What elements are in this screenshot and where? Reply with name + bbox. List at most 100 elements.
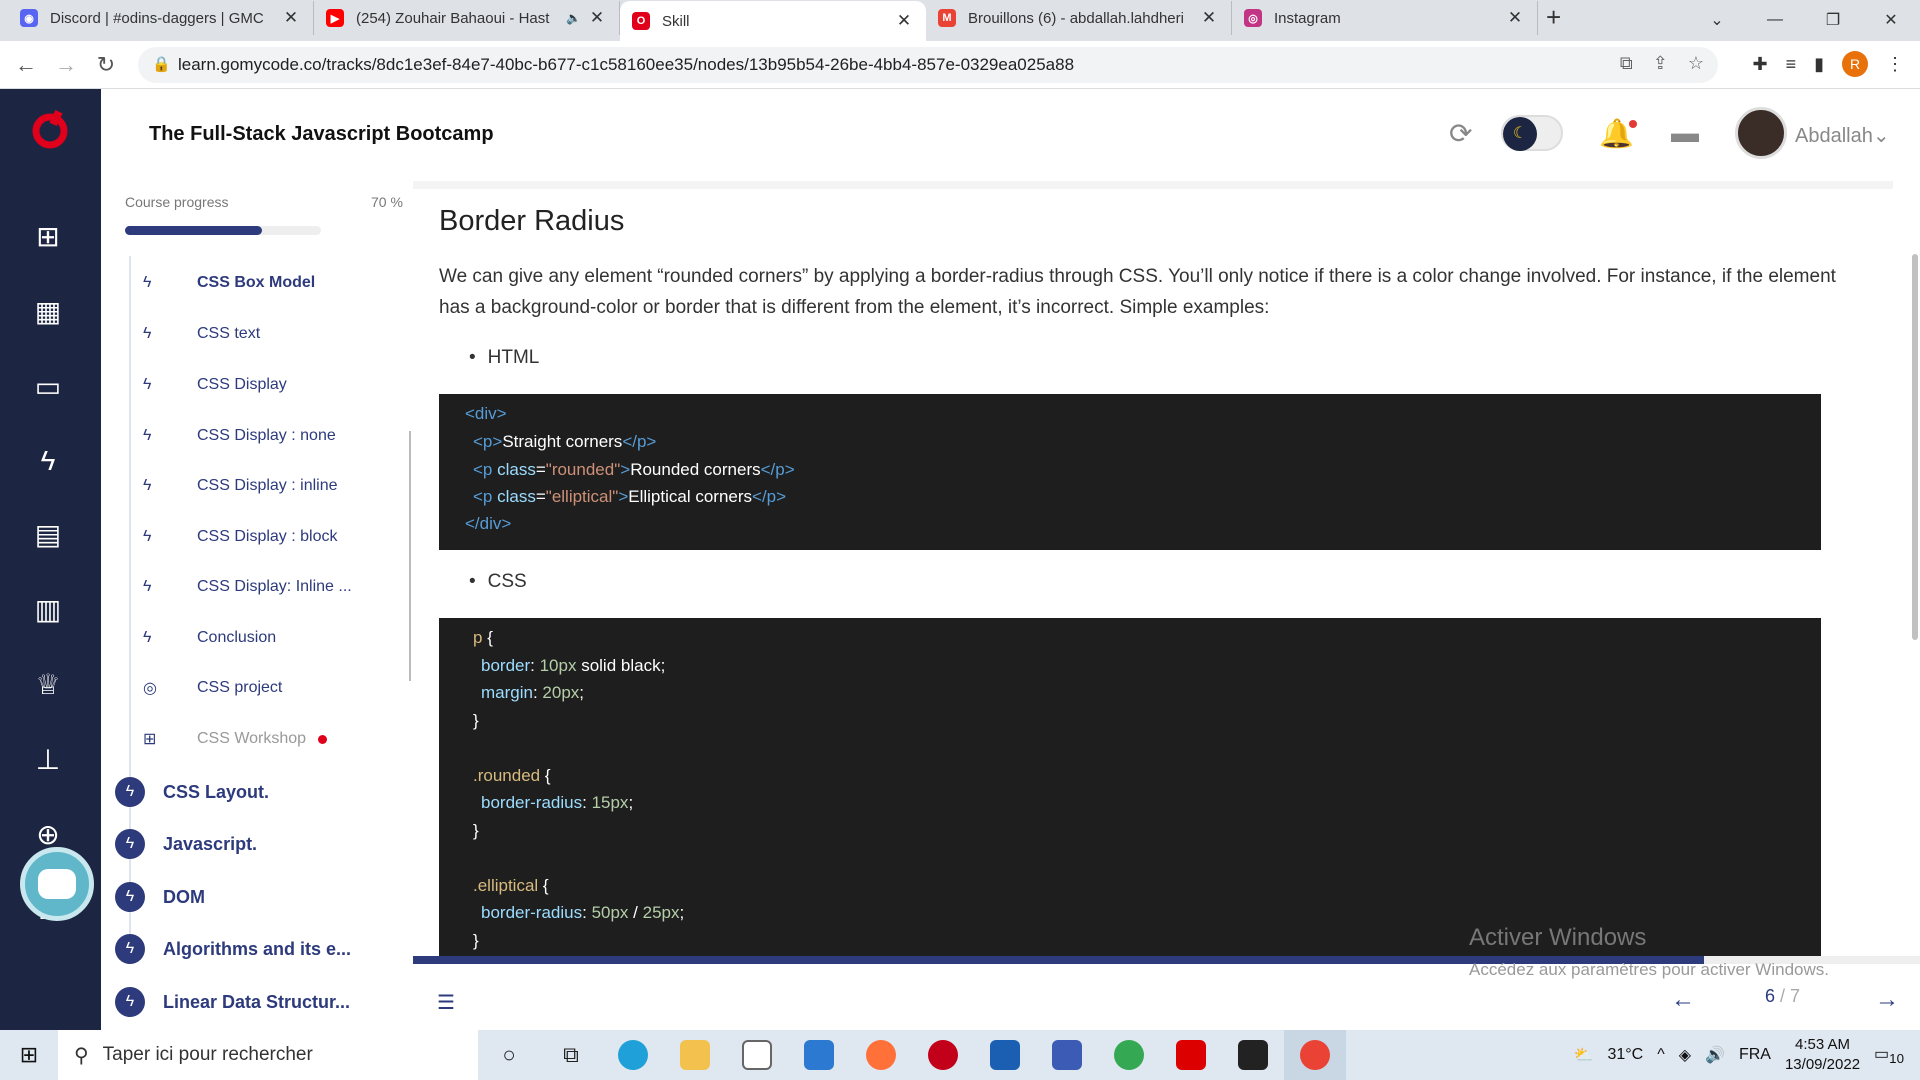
weather-temp[interactable]: 31°C [1607,1046,1643,1064]
close-window-button[interactable]: ✕ [1862,10,1920,30]
taskbar-search[interactable]: ⚲ Taper ici pour rechercher [58,1030,478,1080]
lesson-item[interactable]: ϟ CSS Display [143,370,287,400]
page-scrollbar-thumb[interactable] [1912,254,1918,640]
app-icon[interactable] [1036,1030,1098,1080]
speaker-icon[interactable]: 🔈 [566,11,581,25]
notification-dot [1629,120,1637,128]
window-controls: ⌄ — ❐ ✕ [1688,0,1920,40]
app-header: The Full-Stack Javascript Bootcamp ⟳ ☾ 🔔… [101,89,1920,181]
tray-chevron-icon[interactable]: ^ [1657,1046,1665,1064]
new-tab-button[interactable]: + [1546,2,1561,33]
close-tab-icon[interactable]: ✕ [1199,8,1219,28]
trophy-icon[interactable]: ♕ [30,667,66,703]
file-explorer-icon[interactable] [664,1030,726,1080]
bolt-icon: ϟ [143,528,152,545]
dashboard-icon[interactable]: ⊞ [30,219,66,255]
translate-icon[interactable]: ⧉ [1620,53,1633,74]
game-app-icon[interactable] [912,1030,974,1080]
forward-icon[interactable]: → [46,52,86,78]
module-item[interactable]: ϟ Algorithms and its e... [115,933,351,965]
tab-instagram[interactable]: ◎ Instagram ✕ [1232,1,1538,35]
language-indicator[interactable]: FRA [1739,1046,1771,1064]
lesson-item[interactable]: ϟ CSS Display : none [143,421,336,451]
previous-page-arrow-icon[interactable]: ← [1671,986,1695,1014]
store-icon[interactable] [726,1030,788,1080]
module-item[interactable]: ϟ CSS Layout. [115,776,269,808]
module-item[interactable]: ϟ DOM [115,881,205,913]
gomycode-logo[interactable] [30,109,70,149]
firefox-icon[interactable] [850,1030,912,1080]
shield-icon[interactable] [974,1030,1036,1080]
code-token: : [530,656,540,675]
code-token: <p> [473,432,503,451]
back-icon[interactable]: ← [6,52,46,78]
dark-mode-toggle[interactable]: ☾ [1501,115,1563,151]
windows-start-icon[interactable]: ⊞ [0,1042,58,1068]
tab-gmail[interactable]: M Brouillons (6) - abdallah.lahdheri ✕ [926,1,1232,35]
lesson-item[interactable]: ϟ CSS Display : inline [143,471,338,501]
extensions-area: ✚ ≡ ▮ R ⋮ [1752,51,1904,77]
share-icon[interactable]: ⇪ [1653,53,1668,74]
weather-icon[interactable]: ⛅ [1574,1045,1594,1065]
volume-icon[interactable]: 🔊 [1705,1045,1725,1065]
tab-discord[interactable]: ◉ Discord | #odins-daggers | GMC ✕ [8,1,314,35]
lock-icon[interactable]: 🔒 [152,55,171,73]
username[interactable]: Abdallah⌄ [1795,123,1890,148]
module-item[interactable]: ϟ Javascript. [115,828,257,860]
close-tab-icon[interactable]: ✕ [281,8,301,28]
sidebar-scrollbar[interactable] [409,431,411,681]
lesson-item[interactable]: ⊞ CSS Workshop [143,724,328,754]
menu-icon[interactable]: ⋮ [1886,54,1904,75]
chat-icon[interactable]: ▤ [30,517,66,553]
url-bar[interactable]: 🔒 learn.gomycode.co/tracks/8dc1e3ef-84e7… [138,47,1718,83]
lightning-icon[interactable]: ϟ [30,443,66,479]
epic-games-icon[interactable] [1222,1030,1284,1080]
tab-search-icon[interactable]: ⌄ [1688,10,1746,30]
lesson-item[interactable]: ϟ CSS Display: Inline ... [143,572,352,602]
user-avatar[interactable] [1735,107,1787,159]
html-code-block: <div> <p>Straight corners</p> <p class="… [439,394,1821,550]
tab-youtube[interactable]: ▶ (254) Zouhair Bahaoui - Hast 🔈 ✕ [314,1,620,35]
cortana-icon[interactable]: ○ [478,1030,540,1080]
hierarchy-icon[interactable]: ⊥ [30,742,66,778]
network-icon[interactable]: ◈ [1679,1045,1691,1065]
restore-button[interactable]: ❐ [1804,10,1862,30]
lesson-item[interactable]: ϟ CSS Box Model [143,268,315,298]
table-of-contents-icon[interactable]: ☰ [437,990,455,1015]
code-token: 25px [642,903,680,922]
code-token: : [532,683,543,702]
close-tab-icon[interactable]: ✕ [1505,8,1525,28]
clock[interactable]: 4:53 AM 13/09/2022 [1785,1035,1860,1075]
tab-skill[interactable]: O Skill ✕ [620,1,926,41]
calendar-icon[interactable]: ▦ [30,294,66,330]
minimize-button[interactable]: — [1746,11,1804,29]
module-item[interactable]: ϟ Linear Data Structur... [115,986,350,1018]
edge-icon[interactable] [602,1030,664,1080]
profile-avatar[interactable]: R [1842,51,1868,77]
close-tab-icon[interactable]: ✕ [587,8,607,28]
chrome-icon[interactable] [1098,1030,1160,1080]
lesson-item[interactable]: ϟ Conclusion [143,623,276,653]
task-view-icon[interactable]: ⧉ [540,1030,602,1080]
bookmark-star-icon[interactable]: ☆ [1688,53,1704,74]
media-control-icon[interactable]: ≡ [1786,54,1797,75]
chrome-profile-icon[interactable] [1284,1030,1346,1080]
lesson-item[interactable]: ϟ CSS text [143,319,260,349]
messages-icon[interactable]: ▬ [1671,117,1699,149]
mail-icon[interactable] [788,1030,850,1080]
reload-icon[interactable]: ↻ [86,52,126,78]
side-panel-icon[interactable]: ▮ [1814,54,1824,75]
next-page-arrow-icon[interactable]: → [1875,986,1899,1014]
lesson-item[interactable]: ◎ CSS project [143,673,282,703]
close-tab-icon[interactable]: ✕ [894,11,914,31]
extensions-icon[interactable]: ✚ [1752,54,1767,75]
code-token: margin [481,683,533,702]
app-red-icon[interactable] [1160,1030,1222,1080]
notification-center-icon[interactable]: ▭10 [1874,1044,1904,1066]
sync-icon[interactable]: ⟳ [1449,117,1472,150]
code-token: Elliptical corners [628,487,753,506]
lesson-item[interactable]: ϟ CSS Display : block [143,522,338,552]
document-icon[interactable]: ▥ [30,592,66,628]
support-chat-button[interactable] [20,847,94,921]
laptop-icon[interactable]: ▭ [30,369,66,405]
